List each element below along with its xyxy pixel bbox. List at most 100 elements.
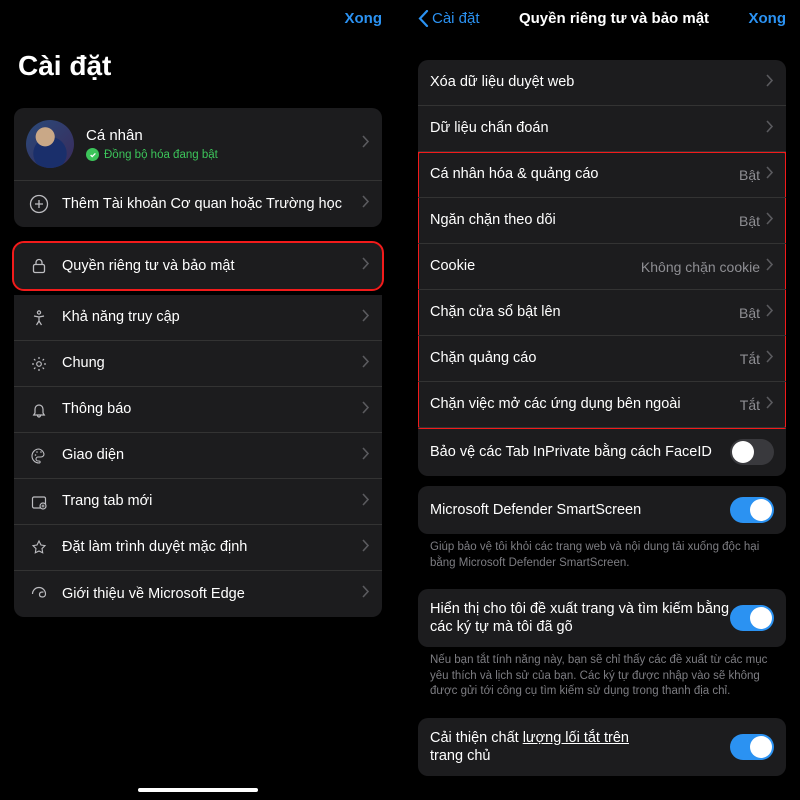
settings-item-label: Đặt làm trình duyệt mặc định <box>62 538 362 556</box>
row-value: Tắt <box>740 351 760 367</box>
row-label: Chặn quảng cáo <box>430 349 740 367</box>
chevron-left-icon <box>418 10 429 27</box>
row-label: Cải thiện chất lượng lối tắt trêntrang c… <box>430 729 730 765</box>
chevron-right-icon <box>766 166 774 184</box>
shortcuts-section: Cải thiện chất lượng lối tắt trêntrang c… <box>418 718 786 776</box>
chevron-right-icon <box>362 493 370 511</box>
toggle-on[interactable] <box>730 605 774 631</box>
done-button[interactable]: Xong <box>748 10 786 27</box>
privacy-screen: Cài đặt Quyền riêng tư và bảo mật Xong X… <box>404 0 800 800</box>
tracking-prevention-row[interactable]: Ngăn chặn theo dõi Bật <box>418 198 786 244</box>
settings-screen: Xong Cài đặt Cá nhân Đồng bộ hóa đang bậ… <box>0 0 396 800</box>
lock-icon <box>26 257 52 275</box>
chevron-right-icon <box>362 135 370 153</box>
suggestions-section: Hiển thị cho tôi đề xuất trang và tìm ki… <box>418 589 786 647</box>
privacy-row-highlighted: Quyền riêng tư và bảo mật <box>14 243 382 289</box>
chevron-right-icon <box>362 309 370 327</box>
row-label: Bảo vệ các Tab InPrivate bằng cách FaceI… <box>430 443 730 461</box>
settings-item-label: Trang tab mới <box>62 492 362 510</box>
settings-item-privacy[interactable]: Quyền riêng tư và bảo mật <box>14 243 382 289</box>
toggle-off[interactable] <box>730 439 774 465</box>
row-label: Chặn cửa sổ bật lên <box>430 303 739 321</box>
suggestions-desc: Nếu bạn tắt tính năng này, bạn sẽ chỉ th… <box>404 647 800 708</box>
cookies-row[interactable]: Cookie Không chặn cookie <box>418 244 786 290</box>
settings-item-label: Chung <box>62 354 362 372</box>
chevron-right-icon <box>362 257 370 275</box>
settings-item-newtab[interactable]: Trang tab mới <box>14 479 382 525</box>
privacy-controls-highlighted: Cá nhân hóa & quảng cáo Bật Ngăn chặn th… <box>418 152 786 428</box>
settings-item-default-browser[interactable]: Đặt làm trình duyệt mặc định <box>14 525 382 571</box>
personalization-ads-row[interactable]: Cá nhân hóa & quảng cáo Bật <box>418 152 786 198</box>
row-label: Hiển thị cho tôi đề xuất trang và tìm ki… <box>430 600 730 636</box>
row-value: Tắt <box>740 397 760 413</box>
row-label: Ngăn chặn theo dõi <box>430 211 739 229</box>
smartscreen-section: Microsoft Defender SmartScreen <box>418 486 786 534</box>
settings-item-notifications[interactable]: Thông báo <box>14 387 382 433</box>
ad-blocker-row[interactable]: Chặn quảng cáo Tắt <box>418 336 786 382</box>
edge-icon <box>26 585 52 603</box>
palette-icon <box>26 447 52 465</box>
add-account-row[interactable]: Thêm Tài khoản Cơ quan hoặc Trường học <box>14 181 382 227</box>
row-label: Cá nhân hóa & quảng cáo <box>430 165 739 183</box>
external-apps-row[interactable]: Chặn việc mở các ứng dụng bên ngoài Tắt <box>418 382 786 428</box>
bell-icon <box>26 401 52 419</box>
chevron-right-icon <box>362 447 370 465</box>
chevron-right-icon <box>766 74 774 92</box>
topbar: Xong <box>0 0 396 32</box>
toggle-on[interactable] <box>730 497 774 523</box>
chevron-right-icon <box>766 258 774 276</box>
chevron-right-icon <box>766 120 774 138</box>
chevron-right-icon <box>766 396 774 414</box>
star-gear-icon <box>26 539 52 557</box>
improve-shortcuts-row[interactable]: Cải thiện chất lượng lối tắt trêntrang c… <box>418 718 786 776</box>
row-label: Cookie <box>430 257 641 275</box>
back-button[interactable]: Cài đặt <box>418 10 480 27</box>
settings-item-label: Thông báo <box>62 400 362 418</box>
settings-item-label: Giới thiệu về Microsoft Edge <box>62 585 362 603</box>
add-account-label: Thêm Tài khoản Cơ quan hoặc Trường học <box>62 195 362 213</box>
gear-icon <box>26 355 52 373</box>
chevron-right-icon <box>362 355 370 373</box>
sync-status: Đồng bộ hóa đang bật <box>86 148 362 161</box>
row-label: Xóa dữ liệu duyệt web <box>430 73 766 91</box>
settings-item-accessibility[interactable]: Khả năng truy cập <box>14 295 382 341</box>
chevron-right-icon <box>362 539 370 557</box>
home-indicator <box>138 788 258 792</box>
accessibility-icon <box>26 309 52 327</box>
settings-item-appearance[interactable]: Giao diện <box>14 433 382 479</box>
chevron-right-icon <box>766 350 774 368</box>
search-suggestions-row[interactable]: Hiển thị cho tôi đề xuất trang và tìm ki… <box>418 589 786 647</box>
settings-item-label: Khả năng truy cập <box>62 308 362 326</box>
settings-item-about-edge[interactable]: Giới thiệu về Microsoft Edge <box>14 571 382 617</box>
row-label: Dữ liệu chẩn đoán <box>430 119 766 137</box>
browsing-data-section: Xóa dữ liệu duyệt web Dữ liệu chẩn đoán … <box>418 60 786 476</box>
page-title: Quyền riêng tư và bảo mật <box>519 10 709 27</box>
settings-item-label: Quyền riêng tư và bảo mật <box>62 257 362 275</box>
clear-browsing-data-row[interactable]: Xóa dữ liệu duyệt web <box>418 60 786 106</box>
plus-circle-icon <box>26 194 52 214</box>
settings-list: Khả năng truy cập Chung Thông báo Giao d… <box>14 295 382 617</box>
smartscreen-desc: Giúp bảo vệ tôi khỏi các trang web và nộ… <box>404 534 800 579</box>
chevron-right-icon <box>766 212 774 230</box>
done-button[interactable]: Xong <box>345 10 383 27</box>
account-row[interactable]: Cá nhân Đồng bộ hóa đang bật <box>14 108 382 181</box>
chevron-right-icon <box>766 304 774 322</box>
smartscreen-row[interactable]: Microsoft Defender SmartScreen <box>418 486 786 534</box>
chevron-right-icon <box>362 401 370 419</box>
row-value: Không chặn cookie <box>641 259 760 275</box>
popup-blocker-row[interactable]: Chặn cửa sổ bật lên Bật <box>418 290 786 336</box>
faceid-inprivate-row[interactable]: Bảo vệ các Tab InPrivate bằng cách FaceI… <box>418 428 786 476</box>
settings-item-label: Giao diện <box>62 446 362 464</box>
row-label: Chặn việc mở các ứng dụng bên ngoài <box>430 395 740 413</box>
tab-icon <box>26 493 52 511</box>
chevron-right-icon <box>362 195 370 213</box>
page-title: Cài đặt <box>0 32 396 98</box>
row-value: Bật <box>739 305 760 321</box>
diagnostic-data-row[interactable]: Dữ liệu chẩn đoán <box>418 106 786 152</box>
account-name: Cá nhân <box>86 127 362 144</box>
chevron-right-icon <box>362 585 370 603</box>
row-value: Bật <box>739 167 760 183</box>
toggle-on[interactable] <box>730 734 774 760</box>
settings-item-general[interactable]: Chung <box>14 341 382 387</box>
avatar <box>26 120 74 168</box>
